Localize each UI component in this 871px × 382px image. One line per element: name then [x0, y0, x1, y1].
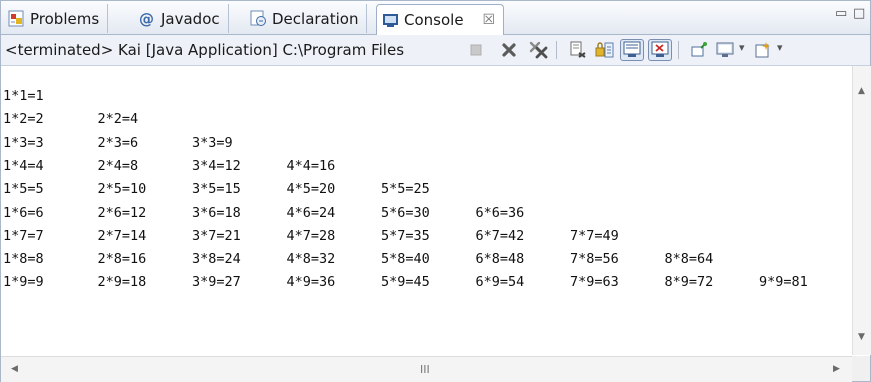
console-output-cell: 5*6=30 [381, 204, 430, 221]
declaration-icon [250, 10, 267, 27]
console-output-cell: 4*9=36 [286, 274, 336, 291]
scroll-thumb-grip[interactable]: III [420, 363, 430, 376]
scroll-down-arrow-icon[interactable]: ▼ [858, 332, 865, 342]
x-icon [502, 43, 516, 57]
scrollbar-corner [852, 356, 870, 381]
console-output-cell: 3*6=18 [192, 204, 241, 221]
view-tab-strip: Problems @ Javadoc Declaration Console ☒… [1, 1, 870, 35]
console-output-cell: 8*9=72 [664, 274, 714, 291]
console-output-cell: 2*6=12 [97, 204, 147, 221]
console-output-cell: 1*2=2 [3, 111, 44, 128]
console-output-cell: 9*9=81 [759, 274, 808, 291]
remove-launch-button[interactable] [498, 39, 520, 61]
console-output-cell: 2*3=6 [97, 134, 139, 151]
console-output-cell: 1*1=1 [3, 88, 44, 104]
tab-console[interactable]: Console ☒ [376, 4, 505, 35]
console-output-cell: 4*6=24 [286, 204, 336, 221]
console-output-cell: 6*7=42 [475, 227, 525, 244]
open-console-button[interactable] [752, 39, 774, 61]
stderr-icon [651, 41, 669, 57]
display-console-button[interactable] [714, 39, 736, 61]
console-output-cell: 1*6=6 [3, 204, 44, 221]
console-output-cell: 4*8=32 [286, 251, 336, 268]
console-output-cell: 4*7=28 [286, 227, 336, 244]
console-output-cell: 6*8=48 [475, 251, 525, 268]
vertical-scrollbar[interactable]: ▲ ▼ [852, 66, 871, 355]
tab-label: Console [404, 11, 464, 29]
stop-square-icon [470, 44, 482, 56]
pin-console-button[interactable] [688, 39, 710, 61]
open-console-dropdown[interactable]: ▾ [777, 41, 783, 54]
console-output-cell: 6*6=36 [475, 204, 525, 221]
scroll-lock-button[interactable] [594, 39, 616, 61]
minimize-icon[interactable]: ▭ [835, 6, 847, 21]
console-toolbar: <terminated> Kai [Java Application] C:\P… [1, 35, 870, 66]
double-x-icon [529, 41, 548, 59]
tab-declaration[interactable]: Declaration [245, 4, 368, 33]
scroll-right-arrow-icon[interactable]: ▶ [833, 364, 840, 374]
toolbar-separator [556, 41, 557, 59]
show-on-stdout-button[interactable] [620, 39, 644, 61]
tab-label: Problems [30, 9, 100, 28]
console-output-cell: 1*5=5 [3, 181, 44, 198]
close-tab-icon[interactable]: ☒ [483, 12, 496, 28]
console-output-cell: 5*9=45 [381, 274, 430, 291]
console-icon [382, 12, 399, 29]
tab-label: Javadoc [161, 9, 220, 28]
maximize-icon[interactable]: □ [853, 6, 865, 21]
terminate-button[interactable] [465, 39, 487, 61]
console-output-cell: 7*8=56 [570, 251, 619, 268]
launch-status-label: <terminated> Kai [Java Application] C:\P… [5, 41, 405, 59]
console-output-cell: 1*7=7 [3, 227, 44, 244]
console-output-cell: 2*7=14 [97, 227, 147, 244]
console-output-cell: 5*7=35 [381, 227, 430, 244]
scroll-up-arrow-icon[interactable]: ▲ [858, 86, 865, 96]
new-console-icon [755, 42, 770, 58]
monitor-icon [716, 42, 734, 57]
console-output-cell: 2*9=18 [97, 274, 147, 291]
console-output-cell: 2*8=16 [97, 251, 147, 268]
console-output-cell: 2*5=10 [97, 181, 147, 198]
console-output-cell: 2*2=4 [97, 111, 139, 128]
stdout-icon [623, 41, 641, 57]
console-view: Problems @ Javadoc Declaration Console ☒… [0, 0, 871, 382]
console-output-cell: 3*9=27 [192, 274, 241, 291]
display-console-dropdown[interactable]: ▾ [739, 41, 745, 54]
console-output-cell: 5*5=25 [381, 181, 430, 198]
console-output-cell: 3*8=24 [192, 251, 241, 268]
show-on-stderr-button[interactable] [648, 39, 672, 61]
console-output-cell: 1*4=4 [3, 157, 44, 174]
console-output-cell: 4*4=16 [286, 157, 336, 174]
console-output-cell: 6*9=54 [475, 274, 525, 291]
pin-icon [691, 42, 707, 57]
clear-icon [570, 41, 586, 58]
tab-javadoc[interactable]: @ Javadoc [134, 4, 229, 33]
console-output-cell: 3*7=21 [192, 227, 241, 244]
problems-icon [8, 10, 25, 27]
javadoc-at-icon: @ [139, 10, 154, 28]
console-output-cell: 1*3=3 [3, 134, 44, 151]
console-output-cell: 3*4=12 [192, 157, 241, 174]
console-output-cell: 1*9=9 [3, 274, 44, 291]
clear-console-button[interactable] [567, 39, 589, 61]
console-output[interactable]: 1*1=1 1*2=2 2*2=4 1*3=3 2*3=6 3*3=9 1*4=4 2*4=8… [1, 66, 852, 355]
console-output-cell: 8*8=64 [664, 251, 714, 268]
console-output-cell: 3*5=15 [192, 181, 241, 198]
console-output-cell: 5*8=40 [381, 251, 430, 268]
console-output-cell: 3*3=9 [192, 134, 233, 151]
toolbar-separator [678, 41, 679, 59]
tab-label: Declaration [272, 9, 359, 28]
console-output-cell: 7*9=63 [570, 274, 619, 291]
console-output-cell: 7*7=49 [570, 227, 619, 244]
remove-all-terminated-button[interactable] [528, 39, 550, 61]
scroll-lock-icon [595, 42, 614, 58]
console-output-cell: 2*4=8 [97, 157, 139, 174]
scroll-left-arrow-icon[interactable]: ◀ [11, 364, 18, 374]
console-output-cell: 1*8=8 [3, 251, 44, 268]
tab-problems[interactable]: Problems [3, 4, 109, 33]
horizontal-scrollbar[interactable]: ◀ III ▶ [1, 356, 852, 382]
console-output-cell: 4*5=20 [286, 181, 336, 198]
